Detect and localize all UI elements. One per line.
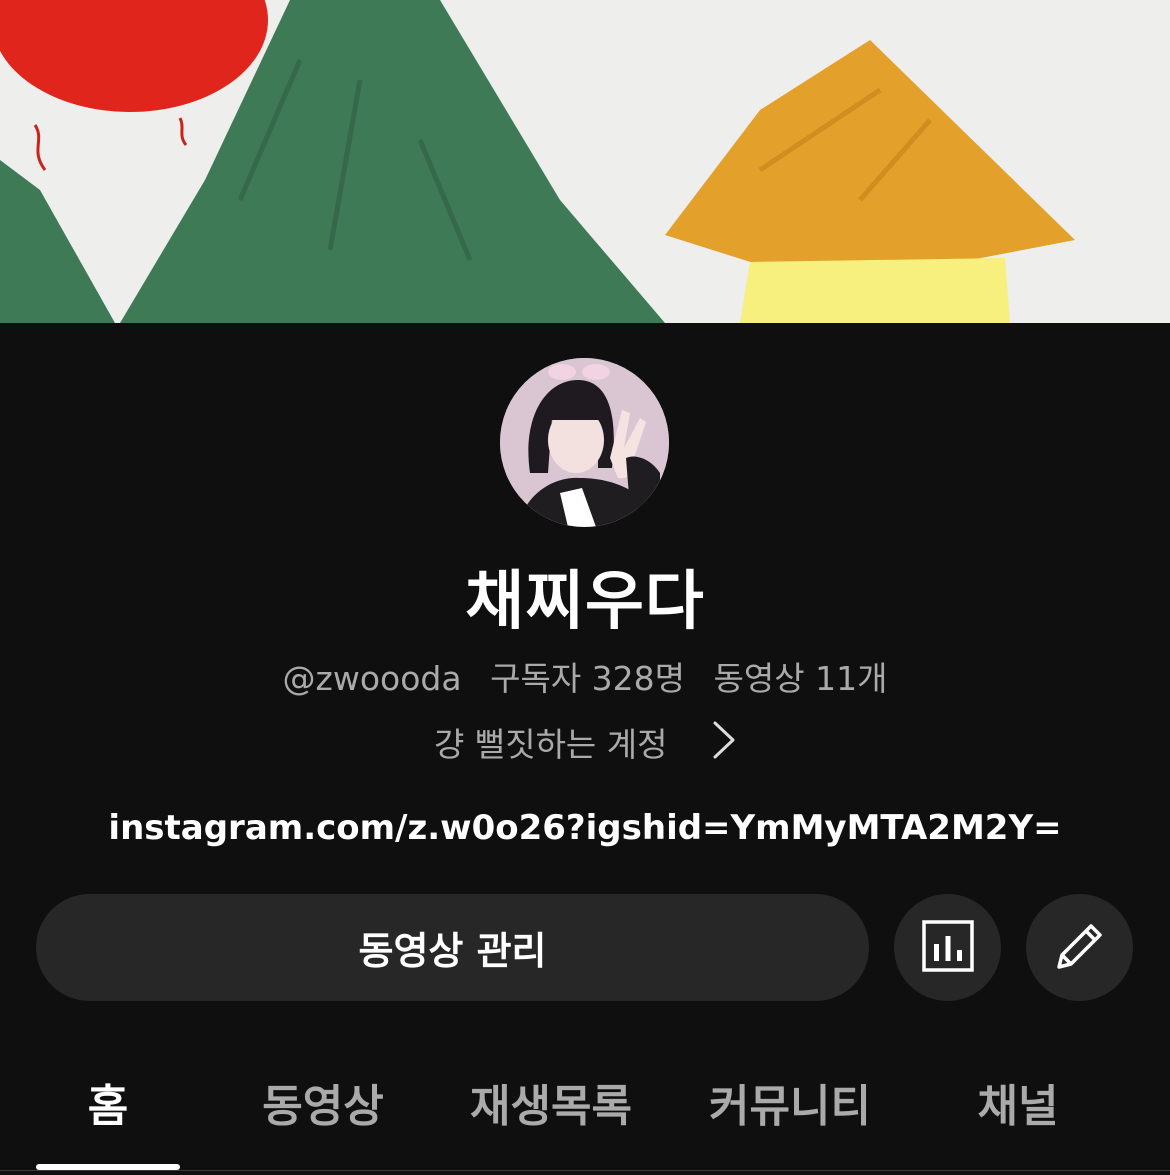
tab-community[interactable]: 커뮤니티: [709, 1070, 871, 1134]
pencil-icon: [1051, 917, 1109, 979]
channel-meta: @zwoooda 구독자 328명 동영상 11개: [0, 652, 1170, 700]
channel-description: 걍 뻘짓하는 계정: [434, 725, 668, 764]
avatar-photo: [500, 358, 669, 527]
edit-channel-button[interactable]: [1026, 894, 1133, 1001]
tab-videos[interactable]: 동영상: [262, 1070, 383, 1134]
channel-banner: [0, 0, 1170, 323]
channel-page: 채찌우다 @zwoooda 구독자 328명 동영상 11개 걍 뻘짓하는 계정…: [0, 0, 1170, 1175]
tab-playlists[interactable]: 재생목록: [470, 1070, 632, 1134]
channel-name: 채찌우다: [465, 565, 705, 639]
analytics-button[interactable]: [894, 894, 1001, 1001]
channel-description-row[interactable]: 걍 뻘짓하는 계정: [0, 718, 1170, 768]
channel-link[interactable]: instagram.com/z.w0o26?igshid=YmMyMTA2M2Y…: [0, 808, 1170, 848]
channel-tabs: 홈 동영상 재생목록 커뮤니티 채널: [0, 1060, 1170, 1175]
tab-channels[interactable]: 채널: [978, 1070, 1059, 1134]
video-count: 동영상 11개: [713, 659, 888, 698]
tabs-divider: [0, 1170, 1170, 1171]
manage-videos-label: 동영상 관리: [358, 929, 547, 973]
tab-home[interactable]: 홈: [88, 1070, 128, 1134]
subscriber-count: 구독자 328명: [490, 659, 686, 698]
channel-avatar[interactable]: [500, 358, 669, 527]
analytics-chart-icon: [921, 919, 974, 976]
manage-videos-button[interactable]: 동영상 관리: [36, 894, 869, 1001]
banner-illustration: [0, 0, 1170, 323]
chevron-right-icon[interactable]: [712, 720, 736, 768]
channel-handle: @zwoooda: [282, 659, 462, 698]
